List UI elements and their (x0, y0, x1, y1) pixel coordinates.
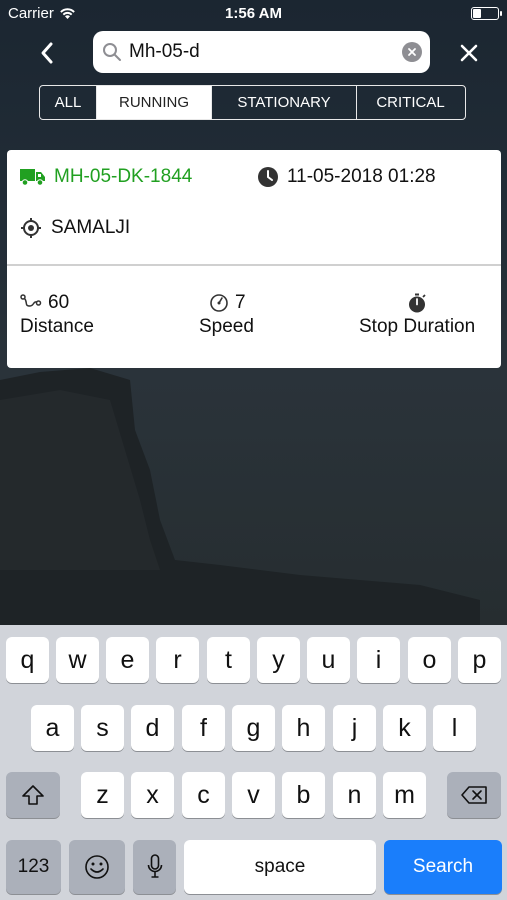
search-key[interactable]: Search (384, 840, 502, 894)
keyboard: q w e r t y u i o p a s d f g h j k l z … (0, 625, 507, 900)
key-q[interactable]: q (6, 637, 49, 683)
key-s[interactable]: s (81, 705, 124, 751)
shift-key[interactable] (6, 772, 60, 818)
back-button[interactable] (30, 36, 64, 70)
battery-icon (471, 7, 502, 20)
speedometer-icon (210, 294, 228, 312)
microphone-icon (147, 854, 162, 878)
close-button[interactable] (452, 36, 486, 70)
search-input[interactable] (129, 31, 389, 73)
backspace-icon (461, 786, 487, 804)
clear-search-button[interactable] (402, 42, 422, 62)
clear-icon (408, 48, 416, 56)
distance-value: 60 (48, 292, 70, 313)
key-u[interactable]: u (307, 637, 350, 683)
last-update-time: 11-05-2018 01:28 (287, 166, 436, 187)
key-t[interactable]: t (207, 637, 250, 683)
key-e[interactable]: e (106, 637, 149, 683)
shift-icon (22, 785, 44, 805)
speed-stat: 7 Speed (199, 290, 254, 338)
vehicle-card[interactable]: MH-05-DK-1844 11-05-2018 01:28 SAMALJI 6… (7, 150, 501, 368)
backspace-key[interactable] (447, 772, 501, 818)
key-v[interactable]: v (232, 772, 275, 818)
last-update: 11-05-2018 01:28 (257, 164, 436, 190)
dictation-key[interactable] (133, 840, 176, 894)
key-l[interactable]: l (433, 705, 476, 751)
divider (7, 264, 501, 266)
emoji-icon (85, 855, 109, 879)
location: SAMALJI (20, 215, 130, 241)
filter-running[interactable]: RUNNING (97, 86, 212, 119)
key-z[interactable]: z (81, 772, 124, 818)
filter-stationary[interactable]: STATIONARY (212, 86, 357, 119)
key-h[interactable]: h (282, 705, 325, 751)
location-name: SAMALJI (51, 217, 131, 238)
key-i[interactable]: i (357, 637, 400, 683)
key-m[interactable]: m (383, 772, 426, 818)
key-f[interactable]: f (182, 705, 225, 751)
search-icon (103, 43, 121, 61)
route-icon (20, 294, 42, 307)
key-p[interactable]: p (458, 637, 501, 683)
search-field[interactable] (93, 31, 430, 73)
stopwatch-icon (409, 293, 426, 313)
key-g[interactable]: g (232, 705, 275, 751)
filter-all[interactable]: ALL (40, 86, 97, 119)
key-r[interactable]: r (156, 637, 199, 683)
key-a[interactable]: a (31, 705, 74, 751)
stop-duration-stat: Stop Duration (359, 290, 475, 338)
numbers-key[interactable]: 123 (6, 840, 61, 894)
space-key[interactable]: space (184, 840, 376, 894)
vehicle-id: MH-05-DK-1844 (54, 166, 193, 187)
location-target-icon (21, 218, 41, 238)
status-filter: ALL RUNNING STATIONARY CRITICAL (39, 85, 466, 120)
key-c[interactable]: c (182, 772, 225, 818)
key-b[interactable]: b (282, 772, 325, 818)
speed-label: Speed (199, 316, 254, 337)
speed-value: 7 (235, 292, 246, 313)
key-w[interactable]: w (56, 637, 99, 683)
close-icon (460, 44, 478, 62)
stop-duration-label: Stop Duration (359, 316, 476, 337)
truck-icon (20, 169, 45, 186)
key-k[interactable]: k (383, 705, 426, 751)
key-n[interactable]: n (333, 772, 376, 818)
chevron-left-icon (41, 42, 53, 64)
emoji-key[interactable] (69, 840, 125, 894)
key-j[interactable]: j (333, 705, 376, 751)
clock-icon (258, 167, 278, 187)
key-x[interactable]: x (131, 772, 174, 818)
distance-label: Distance (20, 316, 94, 337)
clock: 1:56 AM (225, 5, 282, 22)
key-d[interactable]: d (131, 705, 174, 751)
vehicle-header: MH-05-DK-1844 (20, 164, 192, 190)
distance-stat: 60 Distance (20, 290, 94, 338)
key-o[interactable]: o (408, 637, 451, 683)
status-bar: Carrier 1:56 AM (0, 0, 507, 28)
filter-critical[interactable]: CRITICAL (357, 86, 464, 119)
key-y[interactable]: y (257, 637, 300, 683)
search-bar (0, 28, 507, 78)
